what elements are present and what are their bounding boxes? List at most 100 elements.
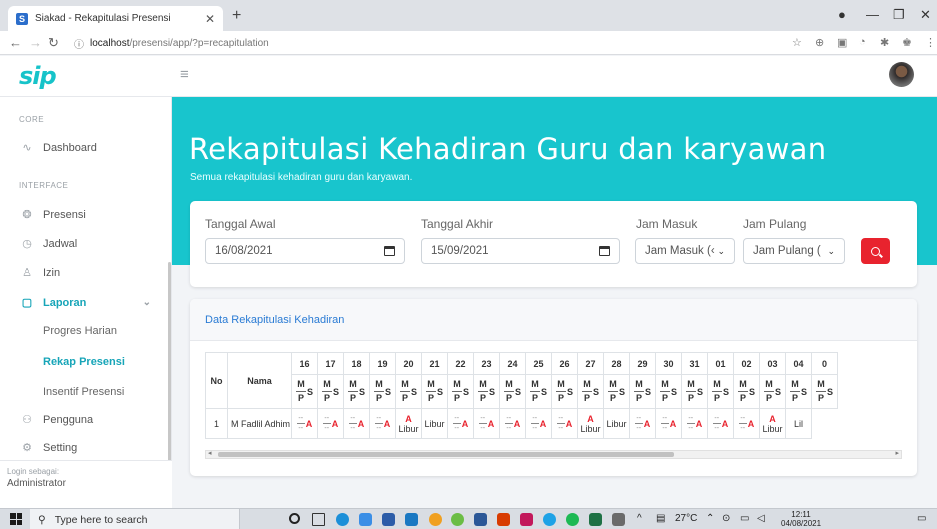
battery-icon[interactable]: ▭ bbox=[740, 513, 749, 524]
table-row[interactable]: 1M Fadlil Adhim -- -- A -- -- A -- -- A -- -- A A Lib… bbox=[205, 408, 838, 439]
bookmark-star-icon[interactable]: ☆ bbox=[792, 36, 802, 49]
chrome-icon[interactable] bbox=[429, 513, 442, 526]
scroll-left-icon[interactable]: ◂ bbox=[208, 449, 212, 457]
clock[interactable]: 12:11 04/08/2021 bbox=[781, 510, 821, 528]
libur-mark: Libur bbox=[580, 423, 601, 434]
mail-icon[interactable] bbox=[359, 513, 372, 526]
sidebar-item-label: Laporan bbox=[43, 296, 87, 309]
telegram-icon[interactable] bbox=[543, 513, 556, 526]
sidebar-item-laporan[interactable]: ▢ Laporan ⌄ bbox=[19, 296, 169, 310]
column-header-day: 16 bbox=[291, 352, 318, 375]
sub-m: M bbox=[453, 379, 461, 389]
sub-m: M bbox=[609, 379, 617, 389]
url-host: localhost bbox=[90, 37, 130, 49]
data-card: Data Rekapitulasi Kehadiran No Nama 16 17 18… bbox=[190, 299, 917, 476]
sidebar-item-izin[interactable]: ♙ Izin bbox=[19, 266, 169, 280]
extension-circle-icon[interactable]: ◔ bbox=[859, 36, 866, 48]
horizontal-scrollbar[interactable]: ◂ ▸ bbox=[205, 450, 902, 459]
sub-m: M bbox=[713, 379, 721, 389]
word-icon[interactable] bbox=[474, 513, 487, 526]
attendance-value: Lil bbox=[793, 418, 803, 429]
puzzle-icon[interactable]: ✱ bbox=[880, 36, 889, 49]
sidebar-subitem-rekap-presensi[interactable]: Rekap Presensi bbox=[43, 356, 125, 368]
new-tab-icon[interactable]: + bbox=[232, 7, 241, 25]
windows-start-icon[interactable] bbox=[10, 513, 22, 525]
sidebar-item-dashboard[interactable]: ∿ Dashboard bbox=[19, 141, 169, 155]
store-icon[interactable] bbox=[382, 513, 395, 526]
url-field[interactable]: ⓘ localhost /presensi/app/?p=recapitulat… bbox=[74, 35, 269, 51]
sub-m: M bbox=[349, 379, 357, 389]
url-path: /presensi/app/?p=recapitulation bbox=[129, 37, 269, 49]
tab-close-icon[interactable]: ✕ bbox=[205, 12, 215, 26]
volume-icon[interactable]: ◁ bbox=[757, 513, 765, 524]
forward-icon[interactable]: → bbox=[29, 35, 42, 50]
app-green-icon[interactable] bbox=[451, 513, 464, 526]
task-view-icon[interactable] bbox=[312, 513, 325, 526]
attendance-value: A bbox=[487, 418, 495, 429]
sidebar-item-presensi[interactable]: ❂ Presensi bbox=[19, 208, 169, 222]
sub-p: P bbox=[401, 393, 408, 403]
scroll-right-icon[interactable]: ▸ bbox=[895, 449, 899, 457]
app-pink-icon[interactable] bbox=[520, 513, 533, 526]
sidebar-item-setting[interactable]: ⚙ Setting bbox=[19, 441, 169, 455]
login-footer: Login sebagai: Administrator bbox=[0, 460, 172, 508]
column-header-day: 27 bbox=[577, 352, 604, 375]
taskbar-search-input[interactable]: ⚲ Type here to search bbox=[30, 509, 240, 529]
restore-icon[interactable]: ❐ bbox=[893, 7, 905, 23]
minimize-icon[interactable]: — bbox=[866, 7, 879, 22]
sub-s: S bbox=[644, 386, 651, 397]
interface-heading: INTERFACE bbox=[19, 181, 69, 190]
tanggal-akhir-input[interactable]: 15/09/2021 bbox=[421, 238, 620, 264]
chevron-up-icon[interactable]: ^ bbox=[637, 513, 642, 524]
attendance-value: A bbox=[695, 418, 703, 429]
jam-masuk-select[interactable]: Jam Masuk (‹ ⌄ bbox=[635, 238, 735, 264]
column-subheader-msp: MPS bbox=[681, 374, 708, 409]
scrollbar-thumb[interactable] bbox=[218, 452, 674, 457]
sub-s: S bbox=[722, 386, 729, 397]
calendar-icon[interactable] bbox=[599, 246, 610, 256]
calendar-icon[interactable] bbox=[384, 246, 395, 256]
search-button[interactable] bbox=[861, 238, 890, 264]
column-header-day: 21 bbox=[421, 352, 448, 375]
attendance-value: Libur bbox=[606, 418, 627, 429]
file-explorer-icon[interactable] bbox=[405, 513, 418, 526]
back-icon[interactable]: ← bbox=[9, 35, 22, 50]
hamburger-menu-icon[interactable]: ≡ bbox=[180, 66, 189, 83]
sidebar-item-jadwal[interactable]: ◷ Jadwal bbox=[19, 237, 169, 251]
close-window-icon[interactable]: ✕ bbox=[920, 7, 931, 23]
user-x-icon: ♙ bbox=[22, 267, 32, 279]
extension-globe-icon[interactable]: ⊕ bbox=[815, 36, 824, 49]
users-icon: ⚇ bbox=[22, 414, 32, 426]
sub-m: M bbox=[635, 379, 643, 389]
jam-pulang-select[interactable]: Jam Pulang ( ⌄ bbox=[743, 238, 845, 264]
more-menu-icon[interactable]: ⋮ bbox=[925, 36, 936, 49]
excel-icon[interactable] bbox=[589, 513, 602, 526]
sub-p: P bbox=[557, 393, 564, 403]
extension-icon[interactable]: ▣ bbox=[837, 36, 847, 49]
logo[interactable]: sip bbox=[19, 62, 57, 90]
edge-icon[interactable] bbox=[336, 513, 349, 526]
network-icon[interactable]: ⊙ bbox=[722, 513, 730, 524]
cortana-icon[interactable] bbox=[289, 513, 300, 524]
app-grey-icon[interactable] bbox=[612, 513, 625, 526]
app-orange-icon[interactable] bbox=[497, 513, 510, 526]
sidebar-subitem-progres-harian[interactable]: Progres Harian bbox=[43, 325, 117, 337]
tray-chevron-icon[interactable]: ⌃ bbox=[706, 513, 714, 524]
reload-icon[interactable]: ↻ bbox=[48, 35, 59, 51]
tanggal-awal-input[interactable]: 16/08/2021 bbox=[205, 238, 405, 264]
cell-attendance: -- -- A bbox=[291, 408, 318, 439]
weather-icon[interactable]: ▤ bbox=[656, 513, 665, 524]
spotify-icon[interactable] bbox=[566, 513, 579, 526]
cell-attendance: Libur bbox=[603, 408, 630, 439]
profile-circle-icon[interactable]: ● bbox=[838, 7, 846, 22]
browser-tab[interactable]: S Siakad - Rekapitulasi Presensi ✕ bbox=[8, 6, 223, 31]
avatar[interactable] bbox=[889, 62, 914, 87]
notification-icon[interactable]: ▭ bbox=[917, 513, 926, 524]
sub-m: M bbox=[765, 379, 773, 389]
sidebar-item-pengguna[interactable]: ⚇ Pengguna bbox=[19, 413, 169, 427]
sub-m: M bbox=[661, 379, 669, 389]
attendance-value: A bbox=[669, 418, 677, 429]
profile-avatar-icon[interactable]: ♚ bbox=[902, 36, 912, 49]
recap-table-wrapper[interactable]: No Nama 16 17 18 19 20 21 22 23 24 25 26 27 28 29 30 31 01… bbox=[205, 352, 910, 456]
sidebar-subitem-insentif-presensi[interactable]: Insentif Presensi bbox=[43, 386, 124, 398]
